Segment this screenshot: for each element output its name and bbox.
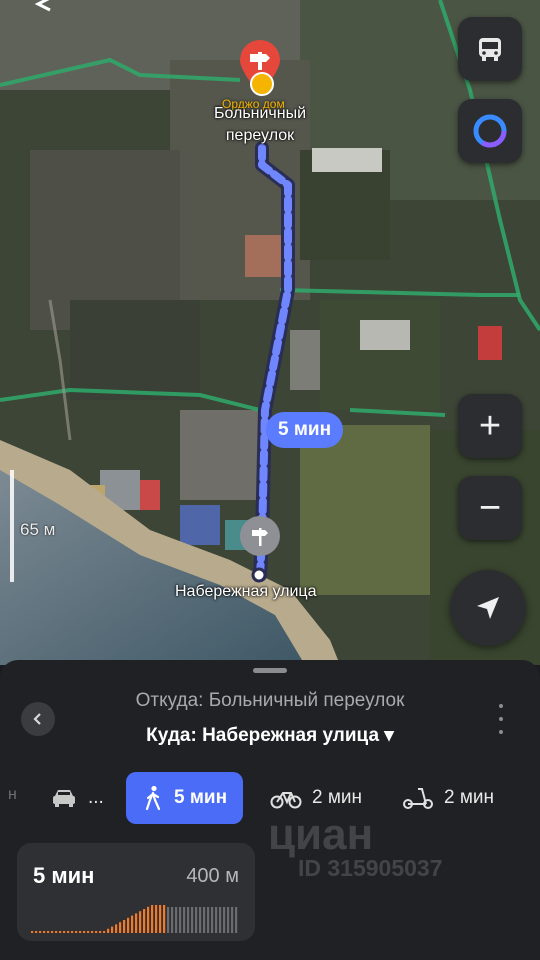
elevation-bar — [87, 931, 90, 933]
bike-icon — [270, 792, 302, 809]
elevation-bar — [99, 931, 102, 933]
navigation-arrow-icon — [477, 597, 499, 619]
elevation-bar — [155, 905, 158, 933]
sheet-handle[interactable] — [253, 668, 287, 673]
elevation-bar — [187, 907, 190, 933]
elevation-bar — [91, 931, 94, 933]
walk-icon — [145, 785, 161, 811]
elevation-bar — [51, 931, 54, 933]
eta-bubble[interactable]: 5 мин — [266, 412, 344, 448]
elevation-bar — [227, 907, 230, 933]
alice-icon — [473, 114, 507, 148]
mode-car-label: ... — [88, 787, 104, 808]
elevation-bar — [159, 905, 162, 933]
map-view[interactable]: Орджо дом Больничный переулок Набережная… — [0, 0, 540, 665]
elevation-bar — [119, 922, 122, 933]
elevation-bar — [207, 907, 210, 933]
elevation-bar — [95, 931, 98, 933]
elevation-bar — [131, 915, 134, 933]
back-arrow-icon[interactable] — [28, 0, 58, 14]
elevation-bar — [63, 931, 66, 933]
elevation-bar — [107, 928, 110, 933]
elevation-bar — [235, 907, 238, 933]
elevation-bar — [115, 924, 118, 933]
elevation-bar — [47, 931, 50, 933]
route-option-card[interactable]: 5 мин 400 м — [17, 843, 255, 941]
start-label: Больничный переулок — [205, 103, 315, 147]
elevation-chart — [31, 905, 238, 933]
watermark-brand: циан — [268, 810, 374, 859]
minus-icon: − — [478, 487, 502, 529]
elevation-bar — [71, 931, 74, 933]
elevation-bar — [127, 917, 130, 933]
elevation-bar — [59, 931, 62, 933]
transit-button[interactable] — [458, 17, 522, 81]
elevation-bar — [67, 931, 70, 933]
route-to[interactable]: Куда: Набережная улица ▾ — [0, 724, 540, 747]
elevation-bar — [151, 905, 154, 933]
scale-label: 65 м — [20, 520, 56, 539]
elevation-bar — [139, 911, 142, 933]
mode-cut-label: н — [8, 786, 17, 803]
elevation-bar — [103, 931, 106, 933]
bus-icon — [479, 38, 501, 61]
elevation-bar — [171, 907, 174, 933]
elevation-bar — [199, 907, 202, 933]
elevation-bar — [147, 906, 150, 933]
route-from[interactable]: Откуда: Больничный переулок — [0, 690, 540, 712]
more-vertical-icon[interactable] — [496, 704, 506, 734]
elevation-bar — [83, 931, 86, 933]
signpost-icon — [252, 528, 268, 546]
elevation-bar — [143, 909, 146, 933]
elevation-bar — [215, 907, 218, 933]
route-time: 5 мин — [33, 863, 95, 888]
elevation-bar — [55, 931, 58, 933]
elevation-bar — [135, 913, 138, 933]
start-label-line1: Больничный — [213, 105, 307, 122]
elevation-bar — [203, 907, 206, 933]
mode-scooter[interactable]: 2 мин — [402, 772, 494, 824]
elevation-bar — [231, 907, 234, 933]
elevation-bar — [123, 920, 126, 933]
locate-button[interactable] — [450, 570, 526, 646]
plus-icon: + — [478, 405, 502, 447]
elevation-bar — [75, 931, 78, 933]
elevation-bar — [191, 907, 194, 933]
elevation-bar — [35, 931, 38, 933]
mode-walk-label: 5 мин — [174, 787, 228, 808]
elevation-bar — [183, 907, 186, 933]
zoom-in-button[interactable]: + — [458, 394, 522, 458]
scale-bar — [10, 470, 14, 582]
mode-car[interactable]: ... — [50, 772, 104, 824]
elevation-bar — [195, 907, 198, 933]
elevation-bar — [167, 907, 170, 933]
elevation-bar — [223, 907, 226, 933]
elevation-bar — [211, 907, 214, 933]
elevation-bar — [163, 905, 166, 933]
elevation-bar — [43, 931, 46, 933]
watermark-id: ID 315905037 — [298, 855, 443, 881]
end-label: Набережная улица — [175, 583, 317, 600]
elevation-bar — [219, 907, 222, 933]
assistant-button[interactable] — [458, 99, 522, 163]
elevation-bar — [79, 931, 82, 933]
mode-walk[interactable]: 5 мин — [126, 772, 244, 824]
elevation-bar — [31, 931, 34, 933]
route-distance: 400 м — [186, 865, 239, 887]
elevation-bar — [39, 931, 42, 933]
scooter-icon — [403, 788, 433, 809]
elevation-bar — [179, 907, 182, 933]
elevation-bar — [111, 926, 114, 933]
start-label-line2: переулок — [225, 127, 295, 144]
mode-bike-label: 2 мин — [312, 787, 363, 808]
elevation-bar — [175, 907, 178, 933]
end-pin[interactable] — [240, 516, 280, 556]
poi-marker-icon[interactable] — [250, 72, 274, 96]
car-icon — [53, 790, 75, 807]
zoom-out-button[interactable]: − — [458, 476, 522, 540]
mode-scooter-label: 2 мин — [444, 787, 495, 808]
